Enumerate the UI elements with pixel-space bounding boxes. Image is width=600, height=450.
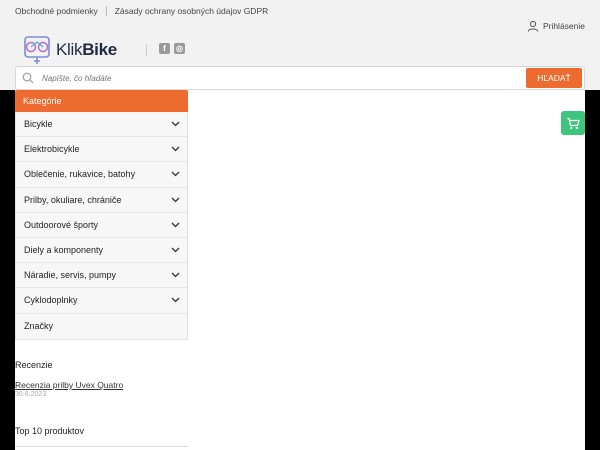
chevron-down-icon [171, 172, 180, 177]
category-item-cyklodoplnky[interactable]: Cyklodoplnky [16, 288, 187, 314]
category-label: Náradie, servis, pumpy [24, 270, 117, 281]
login-link[interactable]: Prihlásenie [527, 20, 585, 32]
category-list: Bicykle Elektrobicykle Oblečenie, rukavi… [15, 112, 188, 340]
top-bar: Obchodné podmienky Zásady ochrany osobný… [0, 0, 600, 90]
category-label: Značky [24, 321, 54, 332]
chevron-down-icon [171, 222, 180, 228]
top-products-heading: Top 10 produktov [15, 426, 85, 436]
search-bar: HĽADAŤ [15, 66, 585, 90]
reviews-heading: Recenzie [15, 360, 53, 370]
category-label: Diely a komponenty [24, 245, 104, 256]
search-button[interactable]: HĽADAŤ [526, 68, 582, 88]
logo-text: KlikBike [56, 40, 117, 59]
social-links: f ◎ [159, 43, 185, 54]
category-label: Elektrobicykle [24, 144, 80, 155]
category-sidebar: Kategórie Bicykle Elektrobicykle Oblečen… [15, 90, 188, 340]
review-link[interactable]: Recenzia prilby Uvex Quatro [15, 380, 123, 390]
chevron-down-icon [171, 146, 180, 152]
instagram-icon[interactable]: ◎ [174, 43, 185, 54]
category-item-oblecenie[interactable]: Oblečenie, rukavice, batohy [16, 162, 187, 188]
login-label: Prihlásenie [542, 21, 585, 31]
category-item-bicykle[interactable]: Bicykle [16, 112, 187, 138]
category-item-elektrobicykle[interactable]: Elektrobicykle [16, 137, 187, 163]
facebook-icon[interactable]: f [159, 43, 170, 54]
search-input[interactable] [42, 70, 522, 86]
chevron-down-icon [171, 197, 180, 203]
logo[interactable]: KlikBike [22, 34, 117, 66]
cart-icon [567, 117, 580, 129]
category-item-outdoor[interactable]: Outdoorové športy [16, 213, 187, 238]
category-item-znacky[interactable]: Značky [16, 314, 187, 339]
user-icon [527, 20, 539, 32]
chevron-down-icon [171, 247, 180, 253]
chevron-down-icon [171, 297, 180, 303]
category-label: Prilby, okuliare, chrániče [24, 194, 122, 205]
category-item-naradie[interactable]: Náradie, servis, pumpy [16, 263, 187, 289]
divider [105, 6, 107, 16]
bike-logo-icon [24, 36, 50, 64]
divider [146, 44, 147, 56]
category-label: Cyklodoplnky [24, 295, 78, 306]
category-label: Outdoorové športy [24, 219, 99, 230]
terms-link[interactable]: Obchodné podmienky [15, 6, 98, 16]
chevron-down-icon [171, 121, 180, 127]
category-item-prilby[interactable]: Prilby, okuliare, chrániče [16, 188, 187, 213]
category-label: Bicykle [24, 119, 53, 130]
category-heading: Kategórie [15, 90, 188, 112]
chevron-down-icon [171, 272, 180, 278]
category-item-diely[interactable]: Diely a komponenty [16, 238, 187, 264]
cart-button[interactable] [561, 111, 585, 135]
gdpr-link[interactable]: Zásady ochrany osobných údajov GDPR [115, 6, 269, 16]
search-icon [22, 72, 34, 84]
review-date: 30.6.2023 [15, 391, 47, 398]
category-label: Oblečenie, rukavice, batohy [24, 169, 136, 180]
divider [15, 446, 188, 447]
top-links: Obchodné podmienky Zásady ochrany osobný… [15, 6, 268, 16]
